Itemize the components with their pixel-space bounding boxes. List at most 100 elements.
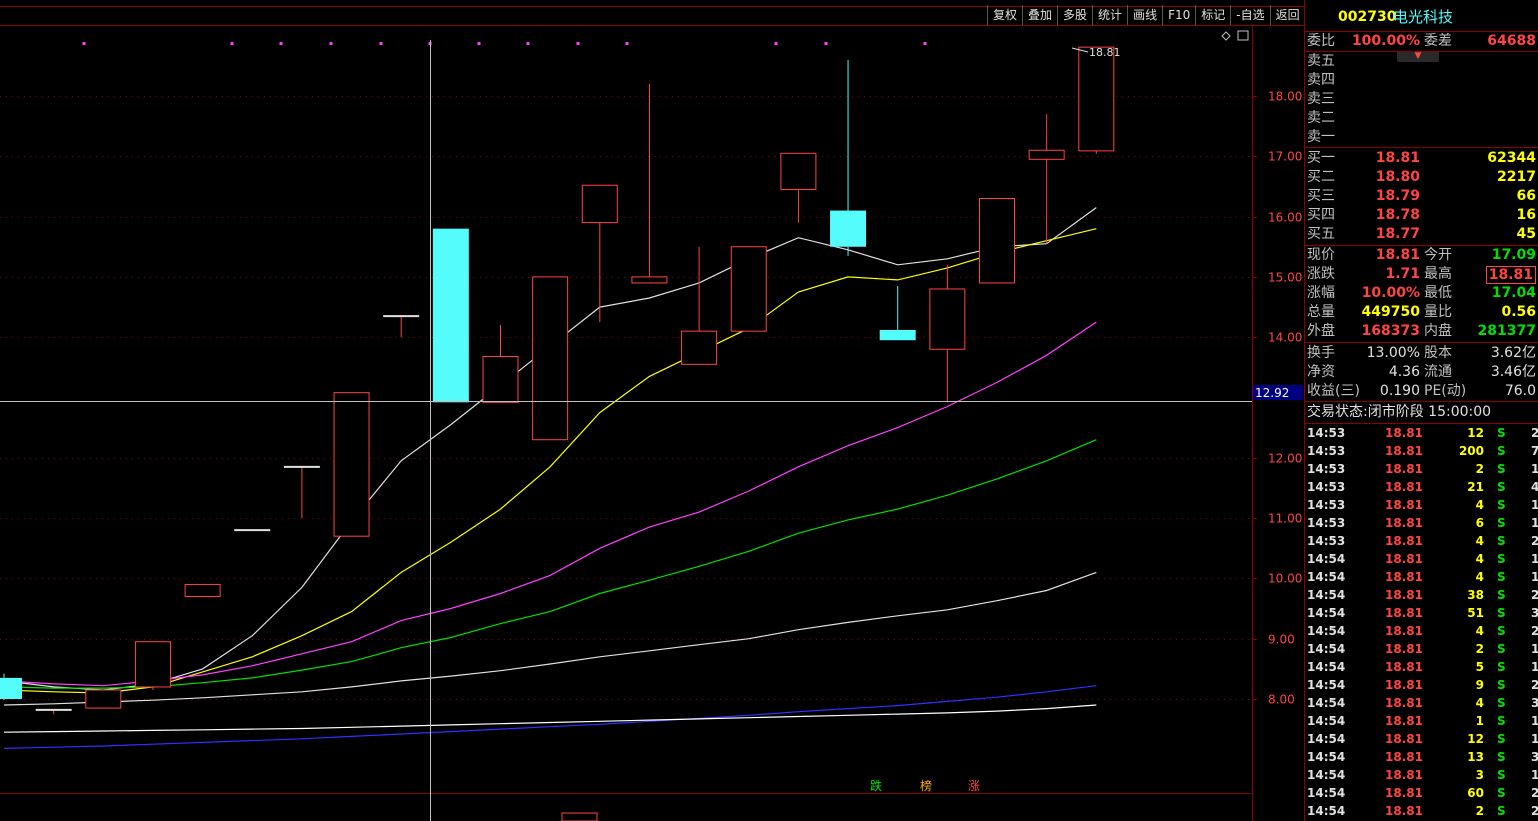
tick-count: 3	[1531, 696, 1538, 710]
bottom-label-rank[interactable]: 榜	[920, 778, 932, 793]
tick-price: 18.81	[1385, 498, 1423, 512]
tick-row[interactable]: 14:53 18.81 6 S 1	[1307, 514, 1538, 532]
tick-row[interactable]: 14:54 18.81 5 S 1	[1307, 658, 1538, 676]
tick-price: 18.81	[1385, 570, 1423, 584]
tick-row[interactable]: 14:54 18.81 38 S 2	[1307, 586, 1538, 604]
tick-volume: 21	[1467, 480, 1484, 494]
stat-value: 76.0	[1504, 383, 1536, 399]
buy-level-price: 18.79	[1375, 188, 1420, 204]
tick-direction: S	[1497, 750, 1506, 764]
tick-row[interactable]: 14:54 18.81 4 S 1	[1307, 550, 1538, 568]
stat-value: 168373	[1361, 323, 1420, 339]
tick-row[interactable]: 14:54 18.81 13 S 3	[1307, 748, 1538, 766]
quote-stat-row: 涨幅 10.00% 最低 17.04	[1307, 284, 1538, 303]
candle[interactable]	[532, 276, 569, 441]
watchlist-button[interactable]: -自选	[1230, 5, 1269, 25]
tick-row[interactable]: 14:53 18.81 4 S 1	[1307, 496, 1538, 514]
high-marker-label: 18.81	[1089, 46, 1121, 59]
tick-row[interactable]: 14:53 18.81 4 S 2	[1307, 532, 1538, 550]
tick-row[interactable]: 14:54 18.81 51 S 3	[1307, 604, 1538, 622]
tick-row[interactable]: 14:54 18.81 12 S 1	[1307, 730, 1538, 748]
candle[interactable]	[979, 198, 1015, 284]
tick-direction: S	[1497, 624, 1506, 638]
quote-stat-row: 总量 449750 量比 0.56	[1307, 303, 1538, 322]
trade-status: 交易状态:闭市阶段 15:00:00	[1307, 404, 1492, 420]
tick-time: 14:53	[1307, 426, 1346, 440]
tick-row[interactable]: 14:53 18.81 12 S 2	[1307, 424, 1538, 442]
kline-chart[interactable]: 18.00 17.00 16.00 15.00 14.00 12.00 11.00 10.00…	[0, 0, 1305, 821]
draw-line-button[interactable]: 画线	[1127, 5, 1162, 25]
tick-row[interactable]: 14:54 18.81 1 S 1	[1307, 712, 1538, 730]
candle[interactable]	[432, 228, 469, 403]
bottom-label-fall[interactable]: 跌	[870, 778, 882, 793]
candle-body	[432, 228, 469, 403]
candle[interactable]	[134, 641, 171, 690]
quote-stat-row: 外盘 168373 内盘 281377	[1307, 322, 1538, 341]
f10-button[interactable]: F10	[1162, 5, 1195, 25]
stat-label: 净资	[1307, 364, 1335, 380]
stock-name: 电光科技	[1393, 8, 1454, 26]
tick-volume: 4	[1475, 696, 1484, 710]
tick-time: 14:54	[1307, 696, 1346, 710]
stat-label: 总量	[1307, 304, 1335, 320]
buy-level-row: 买五 18.77 45	[1307, 225, 1538, 244]
tick-row[interactable]: 14:53 18.81 200 S 7	[1307, 442, 1538, 460]
mark-button[interactable]: 标记	[1195, 5, 1230, 25]
tick-direction: S	[1497, 732, 1506, 746]
tick-price: 18.81	[1385, 642, 1423, 656]
stock-header: 002730 电光科技	[1307, 8, 1538, 27]
tick-volume: 4	[1475, 498, 1484, 512]
candle-body	[333, 392, 370, 537]
stat-value: 13.00%	[1366, 345, 1420, 361]
signal-dot	[526, 42, 530, 45]
tick-count: 2	[1531, 786, 1538, 800]
tick-count: 2	[1531, 534, 1538, 548]
back-button[interactable]: 返回	[1269, 5, 1305, 25]
tick-row[interactable]: 14:54 18.81 9 S 2	[1307, 676, 1538, 694]
buy-level-label: 买一	[1307, 150, 1335, 166]
tick-row[interactable]: 14:54 18.81 3 S 1	[1307, 766, 1538, 784]
tick-row[interactable]: 14:54 18.81 2 S 1	[1307, 640, 1538, 658]
stat-label: 现价	[1307, 247, 1335, 263]
tick-row[interactable]: 14:54 18.81 60 S 2	[1307, 784, 1538, 802]
multi-stock-button[interactable]: 多股	[1057, 5, 1092, 25]
tick-count: 1	[1531, 516, 1538, 530]
tick-price: 18.81	[1385, 786, 1423, 800]
tick-row[interactable]: 14:54 18.81 4 S 3	[1307, 694, 1538, 712]
candle[interactable]	[730, 246, 767, 332]
statistics-button[interactable]: 统计	[1092, 5, 1127, 25]
bottom-label-rise[interactable]: 涨	[968, 778, 980, 793]
tick-row[interactable]: 14:54 18.81 4 S 2	[1307, 622, 1538, 640]
stat-label: 涨跌	[1307, 266, 1335, 282]
tick-direction: S	[1497, 570, 1506, 584]
tick-price: 18.81	[1385, 750, 1423, 764]
tick-time: 14:53	[1307, 516, 1346, 530]
axis-tick-label: 11.00	[1268, 512, 1302, 526]
tick-volume: 9	[1475, 678, 1484, 692]
buy-level-price: 18.80	[1375, 169, 1420, 185]
fundamental-row: 换手 13.00% 股本 3.62亿	[1307, 344, 1538, 363]
tick-time: 14:54	[1307, 588, 1346, 602]
tick-row[interactable]: 14:53 18.81 21 S 4	[1307, 478, 1538, 496]
tick-count: 1	[1531, 642, 1538, 656]
candle[interactable]	[85, 689, 122, 709]
candle-body	[1028, 149, 1065, 160]
signal-dot	[774, 42, 778, 45]
tick-row[interactable]: 14:53 18.81 2 S 1	[1307, 460, 1538, 478]
candle[interactable]	[333, 392, 370, 537]
candle[interactable]	[1078, 46, 1115, 154]
candle-body	[581, 184, 618, 224]
candle[interactable]	[184, 583, 221, 597]
tick-price: 18.81	[1385, 660, 1423, 674]
tick-price: 18.81	[1385, 606, 1423, 620]
candle-body	[532, 276, 569, 441]
restore-rights-button[interactable]: 复权	[987, 5, 1022, 25]
stat-value: 18.81	[1375, 247, 1420, 263]
candle-body	[482, 355, 519, 403]
tick-row[interactable]: 14:54 18.81 4 S 1	[1307, 568, 1538, 586]
overlay-button[interactable]: 叠加	[1022, 5, 1057, 25]
tick-direction: S	[1497, 696, 1506, 710]
candle-body	[830, 210, 867, 247]
tick-row[interactable]: 14:54 18.81 2 S 2	[1307, 802, 1538, 820]
tick-time: 14:54	[1307, 678, 1346, 692]
